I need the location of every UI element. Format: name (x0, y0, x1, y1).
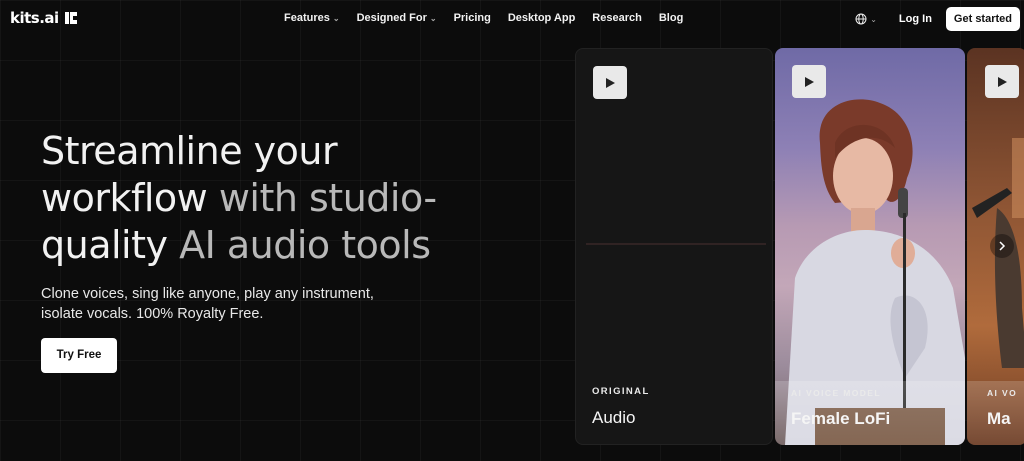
nav-research[interactable]: Research (592, 12, 642, 24)
nav-designed-for-label: Designed For (356, 12, 427, 24)
subtitle-line-1: Clone voices, sing like anyone, play any… (41, 286, 374, 302)
play-button[interactable] (593, 66, 627, 99)
top-nav: kits.ai Features ⌄ Designed For ⌄ Pricin… (0, 0, 1024, 38)
headline-line-2-bright: workflow (41, 176, 208, 220)
get-started-button[interactable]: Get started (945, 7, 1020, 31)
nav-blog[interactable]: Blog (659, 12, 683, 24)
headline-line-2: workflow with studio- (41, 175, 561, 222)
play-icon (805, 76, 814, 87)
card-title: Ma (987, 409, 1011, 428)
nav-features-label: Features (284, 12, 330, 24)
next-slide-button[interactable] (990, 234, 1014, 258)
main-menu: Features ⌄ Designed For ⌄ Pricing Deskto… (284, 12, 700, 24)
login-link[interactable]: Log In (899, 13, 932, 25)
chevron-down-icon: ⌄ (332, 13, 340, 23)
nav-pricing-label: Pricing (453, 12, 491, 24)
logo[interactable]: kits.ai (10, 9, 77, 27)
headline-line-2-dim: with studio- (207, 176, 437, 220)
headline-line-3: quality AI audio tools (41, 222, 561, 269)
subtitle-line-2: isolate vocals. 100% Royalty Free. (41, 306, 264, 322)
nav-blog-label: Blog (658, 12, 684, 24)
card-label: ORIGINAL (592, 386, 650, 397)
card-label: AI VO (987, 388, 1018, 398)
logo-mark-icon (64, 12, 77, 24)
card-title: Female LoFi (791, 409, 891, 428)
card-label: AI VOICE MODEL (791, 388, 881, 398)
play-icon (998, 76, 1007, 87)
nav-desktop-app[interactable]: Desktop App (508, 12, 575, 24)
hero-headline: Streamline your workflow with studio- qu… (41, 128, 561, 269)
play-button[interactable] (792, 65, 826, 98)
hero-headline-block: Streamline your workflow with studio- qu… (41, 128, 561, 269)
language-selector[interactable]: ⌄ (855, 13, 877, 25)
chevron-right-icon (999, 241, 1006, 251)
globe-icon (855, 13, 867, 25)
headline-line-3-bright: quality (41, 223, 168, 267)
female-lofi-card[interactable]: AI VOICE MODEL Female LoFi (775, 48, 965, 445)
play-icon (606, 77, 615, 88)
original-audio-card[interactable]: ORIGINAL Audio (575, 48, 773, 445)
headline-line-3-dim: AI audio tools (167, 223, 431, 267)
try-free-button[interactable]: Try Free (41, 338, 117, 373)
play-button[interactable] (985, 65, 1019, 98)
chevron-down-icon: ⌄ (870, 14, 877, 24)
nav-features[interactable]: Features ⌄ (284, 12, 340, 24)
logo-text: kits.ai (10, 9, 59, 27)
card-title: Audio (592, 408, 636, 427)
nav-desktop-app-label: Desktop App (507, 12, 576, 24)
nav-pricing[interactable]: Pricing (454, 12, 491, 24)
hero-subtitle: Clone voices, sing like anyone, play any… (41, 284, 401, 324)
nav-research-label: Research (592, 12, 642, 24)
nav-right: ⌄ Log In Get started (855, 7, 1020, 31)
headline-line-1: Streamline your (41, 129, 338, 173)
chevron-down-icon: ⌄ (429, 13, 437, 23)
nav-designed-for[interactable]: Designed For ⌄ (357, 12, 437, 24)
waveform (586, 226, 766, 262)
